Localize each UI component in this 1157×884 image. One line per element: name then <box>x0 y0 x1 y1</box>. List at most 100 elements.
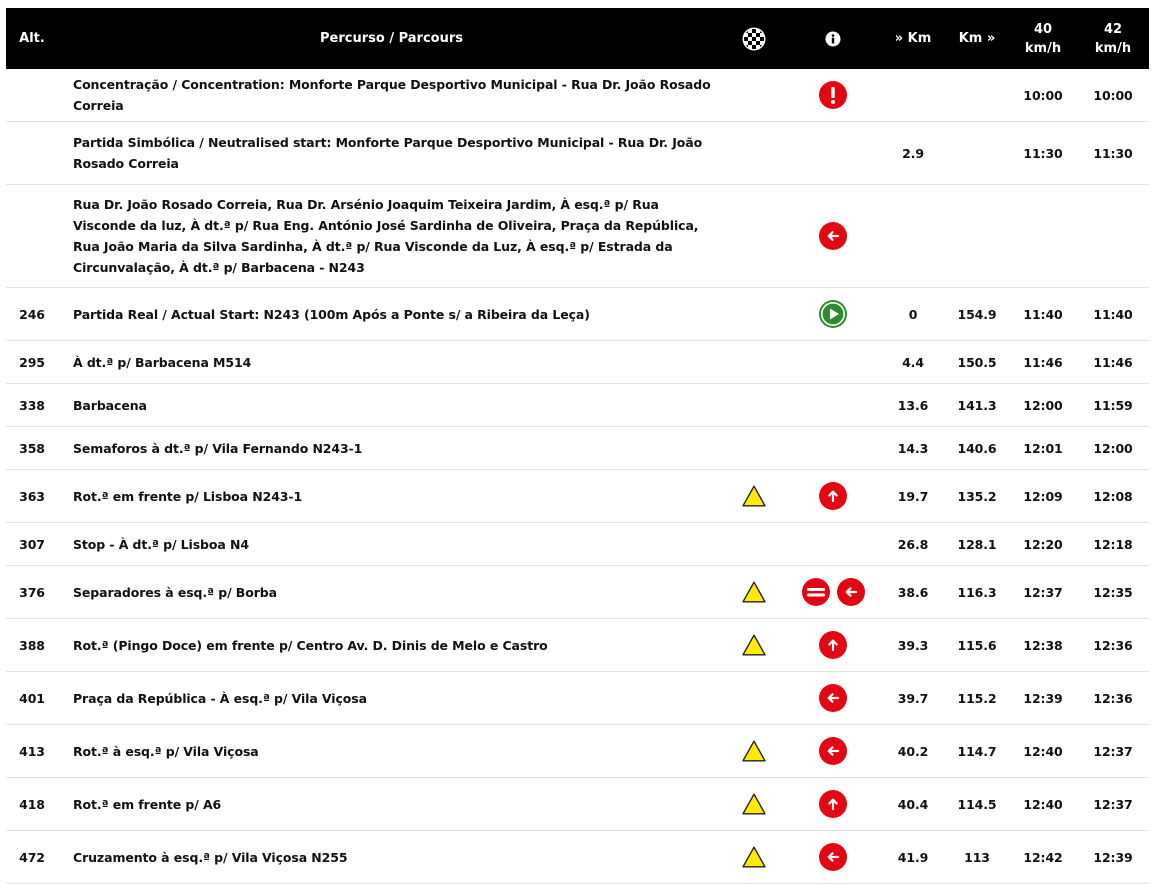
km-from: 4.4 <box>902 354 924 370</box>
km-from <box>885 185 941 287</box>
km-from: 14.3 <box>897 440 929 456</box>
altitude: 472 <box>19 849 45 865</box>
altitude: 246 <box>19 306 45 322</box>
km-from: 40.2 <box>897 743 929 759</box>
time-42kmh: 12:00 <box>1093 440 1133 456</box>
warning-triangle-icon <box>742 634 766 656</box>
checkered-flag-icon <box>739 8 769 69</box>
time-40kmh: 12:40 <box>1023 796 1063 812</box>
km-to: 114.7 <box>957 743 997 759</box>
km-to: 140.6 <box>957 440 997 456</box>
km-from: 13.6 <box>897 397 929 413</box>
km-from: 39.7 <box>897 690 929 706</box>
table-row: Concentração / Concentration: Monforte P… <box>6 69 1149 122</box>
header-speed-42: 42 km/h <box>1094 21 1132 56</box>
table-row: 338 Barbacena 13.6 141.3 12:00 11:59 <box>6 384 1149 427</box>
altitude: 401 <box>19 690 45 706</box>
time-40kmh: 12:01 <box>1023 440 1063 456</box>
exclamation-icon <box>819 81 847 109</box>
time-42kmh: 11:40 <box>1093 306 1133 322</box>
table-row: 363 Rot.ª em frente p/ Lisboa N243-1 19.… <box>6 470 1149 523</box>
time-42kmh: 12:36 <box>1093 690 1133 706</box>
turn-left-icon <box>819 737 847 765</box>
direction-icons <box>781 288 885 340</box>
header-km-from: » Km <box>894 31 932 46</box>
warning-cell <box>739 288 769 340</box>
altitude: 358 <box>19 440 45 456</box>
table-row: 307 Stop - À dt.ª p/ Lisboa N4 26.8 128.… <box>6 523 1149 566</box>
km-from: 38.6 <box>897 584 929 600</box>
altitude: 363 <box>19 488 45 504</box>
km-from: 39.3 <box>897 637 929 653</box>
table-body: Concentração / Concentration: Monforte P… <box>6 69 1149 884</box>
altitude <box>6 69 58 121</box>
table-header: Alt. Percurso / Parcours » Km Km » 40 km… <box>6 8 1149 69</box>
table-row: 358 Semaforos à dt.ª p/ Vila Fernando N2… <box>6 427 1149 470</box>
table-row: 413 Rot.ª à esq.ª p/ Vila Viçosa 40.2 11… <box>6 725 1149 778</box>
warning-triangle-icon <box>742 485 766 507</box>
time-40kmh <box>1014 185 1072 287</box>
direction-icons <box>781 185 885 287</box>
warning-triangle-icon <box>742 581 766 603</box>
turn-left-icon <box>836 578 865 606</box>
warning-cell <box>739 69 769 121</box>
header-route: Percurso / Parcours <box>320 31 463 46</box>
warning-cell <box>739 672 769 724</box>
km-from: 40.4 <box>897 796 929 812</box>
time-42kmh: 10:00 <box>1093 87 1133 103</box>
time-42kmh: 12:08 <box>1093 488 1133 504</box>
km-to: 141.3 <box>957 397 997 413</box>
km-from: 26.8 <box>897 536 929 552</box>
table-row: 418 Rot.ª em frente p/ A6 40.4 114.5 12:… <box>6 778 1149 831</box>
table-row: 295 À dt.ª p/ Barbacena M514 4.4 150.5 1… <box>6 341 1149 384</box>
altitude: 338 <box>19 397 45 413</box>
table-row: Rua Dr. João Rosado Correia, Rua Dr. Ars… <box>6 185 1149 288</box>
altitude: 418 <box>19 796 45 812</box>
km-to: 113 <box>964 849 990 865</box>
warning-cell <box>739 725 769 777</box>
direction-icons <box>781 725 885 777</box>
time-42kmh: 12:37 <box>1093 796 1133 812</box>
table-row: 472 Cruzamento à esq.ª p/ Vila Viçosa N2… <box>6 831 1149 884</box>
route-description: Rot.ª em frente p/ A6 <box>73 796 222 812</box>
warning-cell <box>739 427 769 469</box>
time-42kmh: 11:59 <box>1093 397 1133 413</box>
route-description: Partida Real / Actual Start: N243 (100m … <box>73 306 590 322</box>
time-42kmh: 11:46 <box>1093 354 1133 370</box>
km-to: 115.2 <box>957 690 997 706</box>
route-description: À dt.ª p/ Barbacena M514 <box>73 354 252 370</box>
warning-cell <box>739 185 769 287</box>
warning-cell <box>739 778 769 830</box>
time-42kmh: 12:35 <box>1093 584 1133 600</box>
km-to: 116.3 <box>957 584 997 600</box>
time-40kmh: 12:00 <box>1023 397 1063 413</box>
time-40kmh: 11:40 <box>1023 306 1063 322</box>
header-speed-40: 40 km/h <box>1024 21 1062 56</box>
route-description: Rot.ª (Pingo Doce) em frente p/ Centro A… <box>73 637 548 653</box>
warning-triangle-icon <box>742 793 766 815</box>
direction-icons <box>781 427 885 469</box>
time-42kmh: 11:30 <box>1093 145 1133 161</box>
time-40kmh: 12:39 <box>1023 690 1063 706</box>
altitude <box>6 122 58 184</box>
route-description: Rua Dr. João Rosado Correia, Rua Dr. Ars… <box>73 197 699 275</box>
km-to: 135.2 <box>957 488 997 504</box>
warning-cell <box>739 523 769 565</box>
direction-icons <box>781 672 885 724</box>
direction-icons <box>781 566 885 618</box>
warning-cell <box>739 470 769 522</box>
altitude <box>6 185 58 287</box>
route-description: Partida Simbólica / Neutralised start: M… <box>73 135 703 171</box>
direction-icons <box>781 619 885 671</box>
direction-icons <box>781 470 885 522</box>
km-to <box>949 122 1005 184</box>
km-from: 2.9 <box>902 145 924 161</box>
direction-icons <box>781 69 885 121</box>
route-description: Semaforos à dt.ª p/ Vila Fernando N243-1 <box>73 440 363 456</box>
info-icon <box>818 8 848 69</box>
km-from: 0 <box>908 306 918 322</box>
warning-cell <box>739 619 769 671</box>
turn-left-icon <box>819 684 847 712</box>
time-42kmh: 12:36 <box>1093 637 1133 653</box>
time-40kmh: 12:20 <box>1023 536 1063 552</box>
